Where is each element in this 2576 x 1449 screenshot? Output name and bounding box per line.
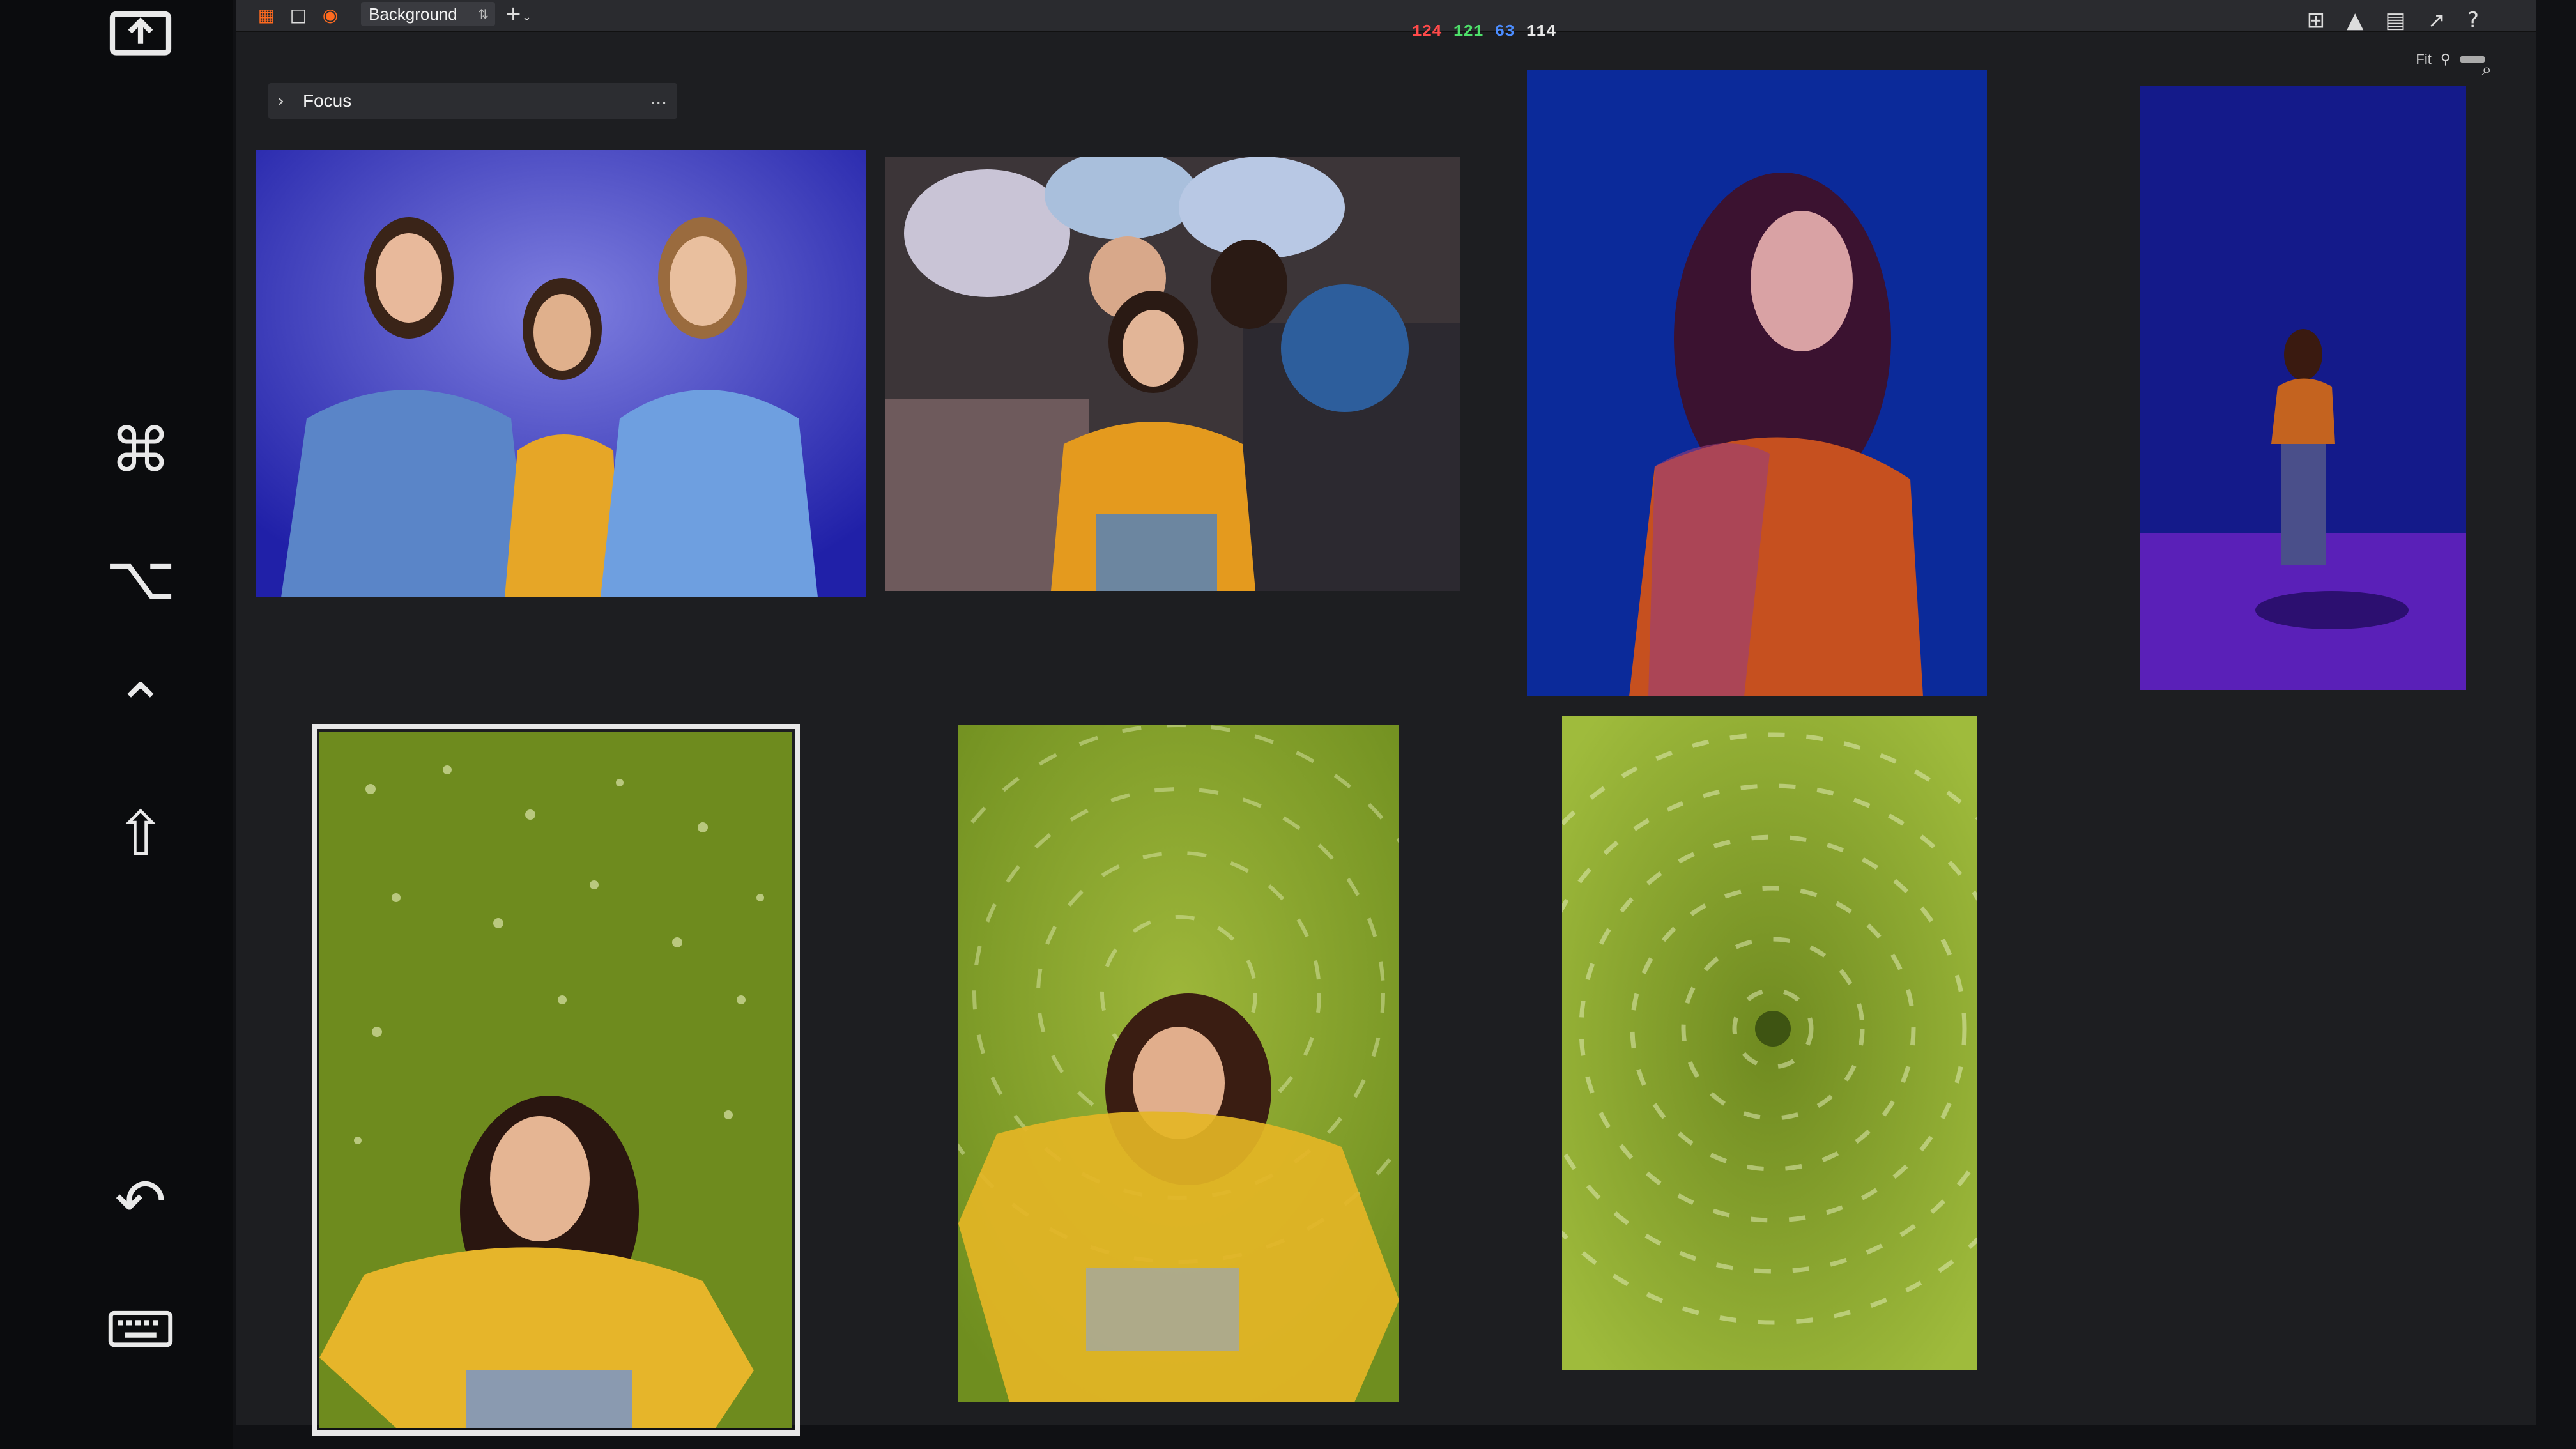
photo-women-lying	[885, 157, 1460, 591]
table-icon[interactable]: ▤	[2385, 8, 2405, 33]
camera-icon[interactable]: ◉	[319, 4, 341, 26]
panel-title: Focus	[303, 91, 352, 111]
red-value: 124	[1412, 22, 1442, 41]
top-toolbar: ▦ □ ◉ Background ⇅ +⌄ ⊞ ▲ ▤ ↗ ?	[236, 0, 2536, 33]
thumbnail[interactable]	[2140, 86, 2466, 690]
undo-icon[interactable]: ↶	[102, 1166, 179, 1236]
thumbnail[interactable]	[1527, 70, 1987, 696]
zoom-controls: Fit ⚲	[2416, 51, 2485, 68]
thumbnail[interactable]	[1562, 716, 1977, 1370]
color-readout: 124 121 63 114	[1412, 22, 1556, 41]
fit-label[interactable]: Fit	[2416, 51, 2431, 68]
photo-woman-orange-sweater	[1527, 70, 1987, 696]
chevron-right-icon[interactable]: ›	[277, 83, 284, 119]
thumbnail[interactable]	[958, 725, 1399, 1402]
select-arrows-icon: ⇅	[478, 6, 489, 22]
focus-panel-header[interactable]: › Focus ...	[268, 83, 677, 119]
help-icon[interactable]: ?	[2467, 8, 2479, 33]
option-key-icon[interactable]: ⌥	[102, 543, 179, 613]
single-view-icon[interactable]: □	[288, 4, 309, 26]
shift-key-icon[interactable]: ⇧	[102, 799, 179, 869]
thumbnail[interactable]	[885, 157, 1460, 591]
zoom-icon[interactable]: ⚲	[2441, 52, 2451, 68]
photo-three-women	[256, 150, 866, 597]
grid-view-icon[interactable]: ▦	[256, 4, 277, 26]
alpha-value: 114	[1526, 22, 1556, 41]
add-layer-label: +	[505, 1, 522, 26]
keyboard-icon[interactable]	[102, 1294, 179, 1364]
warning-icon[interactable]: ▲	[2347, 8, 2363, 33]
photo-woman-on-grass	[319, 732, 792, 1428]
photo-woman-purple-stage	[2140, 86, 2466, 690]
command-key-icon[interactable]: ⌘	[102, 415, 179, 486]
blue-value: 63	[1494, 22, 1515, 41]
layout-icon[interactable]: ⊞	[2307, 8, 2326, 33]
layer-select[interactable]: Background ⇅	[361, 2, 495, 26]
thumbnail[interactable]	[256, 150, 866, 597]
screen-share-icon[interactable]	[102, 0, 179, 70]
layer-select-value: Background	[369, 4, 457, 24]
green-value: 121	[1453, 22, 1483, 41]
photo-woman-spin-blur	[958, 725, 1399, 1402]
chevron-down-icon: ⌄	[521, 10, 532, 24]
right-tool-group: ⊞ ▲ ▤ ↗ ?	[2307, 8, 2479, 33]
touch-sidebar: ⌘ ⌥ ⌃ ⇧ ↶	[0, 0, 233, 1449]
search-icon[interactable]: ⌕	[2481, 59, 2492, 80]
app-window: ▦ □ ◉ Background ⇅ +⌄ ⊞ ▲ ▤ ↗ ? 124 121 …	[236, 0, 2536, 1436]
pick-icon[interactable]: ↗	[2427, 8, 2446, 33]
thumbnail-selected[interactable]	[312, 724, 800, 1436]
photo-grass-spin-blur	[1562, 716, 1977, 1370]
control-key-icon[interactable]: ⌃	[102, 671, 179, 741]
add-layer-button[interactable]: +⌄	[505, 1, 532, 26]
more-options-button[interactable]: ...	[650, 79, 667, 115]
